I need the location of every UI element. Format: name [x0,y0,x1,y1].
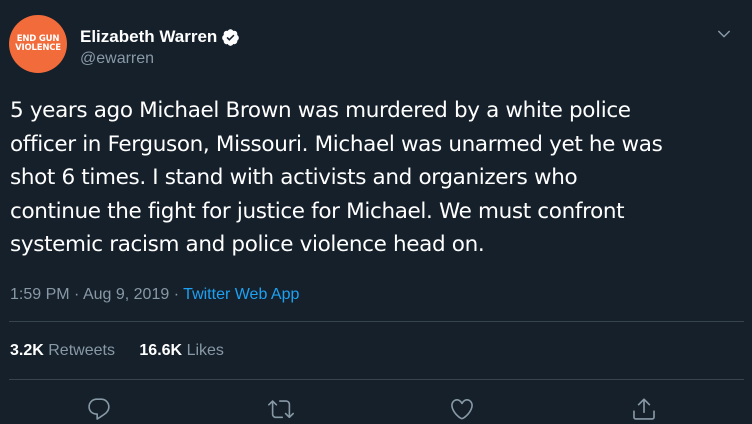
avatar[interactable]: END GUN VIOLENCE [9,15,67,73]
tweet-text-line: systemic racism and police violence head… [10,232,485,257]
author-display-name[interactable]: Elizabeth Warren [80,27,217,47]
tweet-date[interactable]: Aug 9, 2019 [83,286,169,303]
likes-stat[interactable]: 16.6K Likes [139,341,224,361]
retweets-stat[interactable]: 3.2K Retweets [10,341,115,361]
chevron-down-icon[interactable] [715,25,733,43]
tweet-text-line: shot 6 times. I stand with activists and… [10,165,578,190]
author-name-row[interactable]: Elizabeth Warren [80,27,240,47]
like-icon[interactable] [449,396,475,422]
tweet-text-line: 5 years ago Michael Brown was murdered b… [10,98,631,123]
tweet-meta: 1:59 PM · Aug 9, 2019 · Twitter Web App [10,285,299,305]
avatar-text-line-2: VIOLENCE [15,43,61,53]
retweets-label: Retweets [48,342,115,359]
verified-badge-icon [221,28,240,47]
divider [9,379,744,380]
tweet-text: 5 years ago Michael Brown was murdered b… [10,94,745,262]
tweet-card: END GUN VIOLENCE Elizabeth Warren @ewarr… [0,0,752,424]
tweet-text-line: continue the fight for justice for Micha… [10,198,625,224]
reply-icon[interactable] [86,396,112,422]
tweet-source-link[interactable]: Twitter Web App [183,286,299,303]
author-handle[interactable]: @ewarren [80,49,154,69]
meta-separator: · [74,286,80,303]
meta-separator: · [173,286,180,303]
likes-count: 16.6K [139,342,183,359]
retweet-icon[interactable] [268,396,294,422]
likes-label: Likes [186,342,224,359]
tweet-time[interactable]: 1:59 PM [10,286,70,303]
tweet-text-line: officer in Ferguson, Missouri. Michael w… [10,131,663,157]
tweet-stats: 3.2K Retweets 16.6K Likes [10,341,224,361]
retweets-count: 3.2K [10,342,44,359]
divider [9,321,744,322]
share-icon[interactable] [631,396,657,422]
